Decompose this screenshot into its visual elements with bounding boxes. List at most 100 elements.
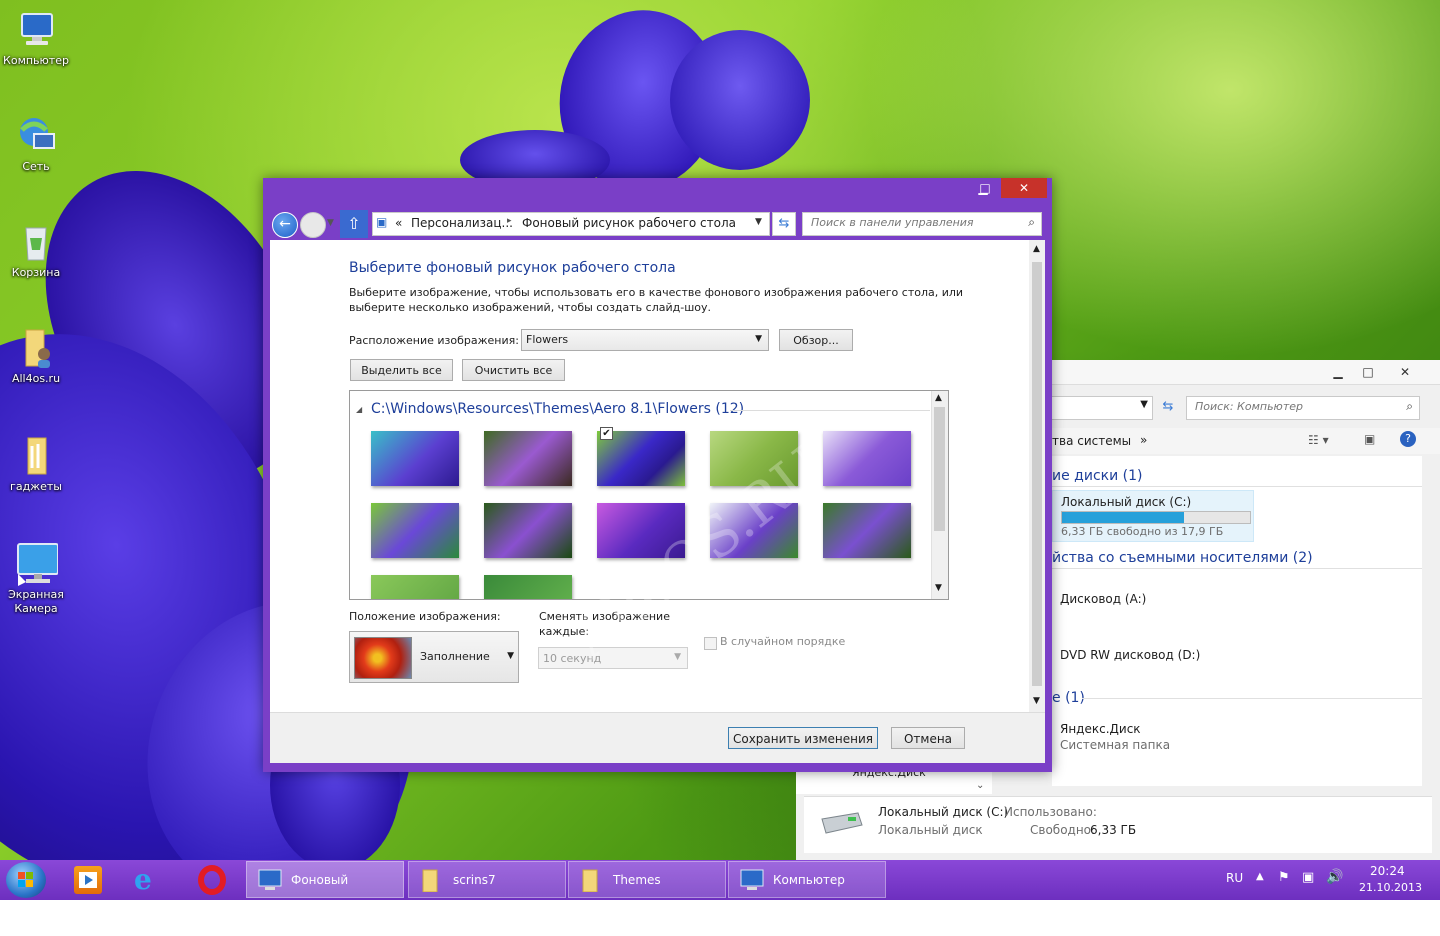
internet-explorer-icon[interactable]: e xyxy=(134,866,166,894)
wallpaper-thumbnail[interactable]: ✔ xyxy=(591,425,691,493)
up-button[interactable]: ⇧ xyxy=(340,210,368,238)
desktop-icon-screen-camera[interactable]: Экранная Камера xyxy=(0,542,72,616)
scroll-down-icon[interactable]: ⌄ xyxy=(976,780,984,791)
clear-all-button[interactable]: Очистить все xyxy=(462,359,565,381)
scroll-thumb[interactable] xyxy=(934,407,945,531)
preview-pane-icon[interactable]: ▣ xyxy=(1364,432,1375,446)
scroll-down-icon[interactable]: ▼ xyxy=(1033,696,1040,706)
wallpaper-thumbnail[interactable] xyxy=(371,431,459,486)
opera-icon[interactable] xyxy=(198,865,226,895)
wallpaper-thumbnail[interactable] xyxy=(823,431,911,486)
taskbar-item-desktop-background[interactable]: Фоновый рисуно... xyxy=(246,861,404,924)
clock-date[interactable]: 21.10.2013 xyxy=(1359,881,1422,894)
forward-button[interactable] xyxy=(300,212,326,238)
scroll-thumb[interactable] xyxy=(1032,262,1042,686)
clock-time[interactable]: 20:24 xyxy=(1370,864,1405,878)
browse-button[interactable]: Обзор... xyxy=(779,329,853,351)
cancel-button[interactable]: Отмена xyxy=(891,727,965,749)
location-label: Расположение изображения: xyxy=(349,334,519,347)
media-player-icon[interactable] xyxy=(74,866,102,894)
search-icon[interactable]: ⌕ xyxy=(1406,399,1413,414)
disk-c-tile[interactable]: Локальный диск (C:) 6,33 ГБ свободно из … xyxy=(1052,490,1254,542)
select-all-button[interactable]: Выделить все xyxy=(350,359,453,381)
action-center-icon[interactable]: ⚑ xyxy=(1278,870,1290,885)
location-select[interactable]: Flowers ▼ xyxy=(521,329,769,351)
drive-a[interactable]: Дисковод (A:) xyxy=(1060,592,1146,606)
breadcrumb-personalization[interactable]: Персонализац... xyxy=(411,216,513,230)
close-icon[interactable]: ✕ xyxy=(1384,362,1426,382)
wallpaper-thumbnail[interactable] xyxy=(371,503,459,558)
control-panel-search-input[interactable]: Поиск в панели управления ⌕ xyxy=(802,212,1042,236)
back-button[interactable]: ← xyxy=(272,212,298,238)
group-header-other[interactable]: е (1) xyxy=(1052,690,1085,706)
save-changes-button[interactable]: Сохранить изменения xyxy=(728,727,878,749)
scroll-up-icon[interactable]: ▲ xyxy=(935,393,942,403)
language-indicator[interactable]: RU xyxy=(1226,871,1243,885)
drive-d[interactable]: DVD RW дисковод (D:) xyxy=(1060,648,1200,662)
refresh-icon[interactable]: ⇆ xyxy=(772,212,796,236)
toolbar-system-properties[interactable]: тва системы xyxy=(1052,434,1131,448)
image-list-scrollbar[interactable]: ▲ ▼ xyxy=(931,391,948,599)
dialog-body: Выберите фоновый рисунок рабочего стола … xyxy=(270,240,1045,763)
disk-c-name: Локальный диск (C:) xyxy=(1061,495,1192,509)
wallpaper-thumbnail[interactable] xyxy=(823,503,911,558)
breadcrumb-desktop-background[interactable]: Фоновый рисунок рабочего стола xyxy=(522,216,736,230)
breadcrumb-overflow[interactable]: « xyxy=(395,216,402,230)
help-icon[interactable]: ? xyxy=(1400,431,1416,447)
folder-icon xyxy=(579,868,605,893)
group-header-removable[interactable]: йства со съемными носителями (2) xyxy=(1052,550,1313,566)
maximize-icon[interactable]: □ xyxy=(1354,362,1382,382)
control-panel-icon xyxy=(257,868,283,892)
view-options-icon[interactable]: ☷ ▾ xyxy=(1308,433,1329,447)
collapse-icon[interactable]: ◢ xyxy=(356,405,362,414)
show-hidden-icons-icon[interactable]: ▲ xyxy=(1256,871,1264,882)
volume-icon[interactable]: 🔊 xyxy=(1326,869,1343,885)
wallpaper-thumbnail[interactable] xyxy=(484,575,572,599)
page-description-line1: Выберите изображение, чтобы использовать… xyxy=(349,286,964,299)
chevron-down-icon[interactable]: ▼ xyxy=(755,334,762,344)
taskbar-item-scrins7[interactable]: scrins7 xyxy=(408,861,566,898)
group-header[interactable]: C:\Windows\Resources\Themes\Aero 8.1\Flo… xyxy=(371,401,744,417)
desktop-icon-gadgets[interactable]: гаджеты xyxy=(0,434,72,494)
yandex-disk-name[interactable]: Яндекс.Диск xyxy=(1060,722,1141,736)
history-dropdown-icon[interactable]: ▼ xyxy=(327,218,334,228)
restore-icon[interactable]: □ xyxy=(971,178,999,198)
close-icon[interactable]: ✕ xyxy=(1001,178,1047,198)
group-header-hdd[interactable]: ие диски (1) xyxy=(1052,468,1142,484)
position-select[interactable]: Заполнение ▼ xyxy=(349,631,519,683)
network-icon[interactable]: ▣ xyxy=(1302,870,1314,885)
computer-icon xyxy=(739,868,765,892)
wallpaper-thumbnail[interactable] xyxy=(484,431,572,486)
chevron-down-icon[interactable]: ▼ xyxy=(1140,399,1148,410)
desktop-icon-network[interactable]: Сеть xyxy=(0,114,72,174)
explorer-search-input[interactable]: Поиск: Компьютер ⌕ xyxy=(1186,396,1420,420)
minimize-icon[interactable]: ▁ xyxy=(1324,362,1352,382)
taskbar-item-computer[interactable]: Компьютер xyxy=(728,861,886,898)
wallpaper-thumbnail[interactable] xyxy=(484,503,572,558)
shuffle-checkbox[interactable] xyxy=(704,637,717,650)
desktop-icon-label: гаджеты xyxy=(10,480,62,493)
desktop-icon-recycle-bin[interactable]: Корзина xyxy=(0,220,72,280)
chevron-right-icon[interactable]: ▸ xyxy=(507,216,512,226)
desktop-icon-all4os[interactable]: All4os.ru xyxy=(0,326,72,386)
desktop-icon-label: All4os.ru xyxy=(11,372,61,385)
taskbar-item-themes[interactable]: Themes xyxy=(568,861,726,898)
chevron-down-icon[interactable]: ▼ xyxy=(755,217,762,227)
start-button[interactable] xyxy=(6,862,46,898)
scroll-down-icon[interactable]: ▼ xyxy=(935,583,942,593)
page-scrollbar[interactable]: ▲ ▼ xyxy=(1029,240,1045,712)
search-icon[interactable]: ⌕ xyxy=(1028,215,1035,230)
wallpaper-thumbnail[interactable] xyxy=(371,575,459,599)
chevron-down-icon[interactable]: ▼ xyxy=(507,651,514,661)
explorer-address-bar[interactable]: ▼ xyxy=(1052,396,1153,420)
desktop-icon-computer[interactable]: Компьютер xyxy=(0,8,72,68)
scroll-up-icon[interactable]: ▲ xyxy=(1033,244,1040,254)
details-used-label: Использовано: xyxy=(1004,805,1097,819)
refresh-icon[interactable]: ⇆ xyxy=(1156,396,1180,418)
shuffle-label: В случайном порядке xyxy=(720,635,846,648)
taskbar-item-label: Фоновый рисуно... xyxy=(291,873,349,924)
chevron-down-icon[interactable]: ▼ xyxy=(674,652,681,662)
thumbnail-checkbox[interactable]: ✔ xyxy=(600,427,613,440)
address-bar[interactable]: ▣ « Персонализац... ▸ Фоновый рисунок ра… xyxy=(372,212,770,236)
toolbar-more-button[interactable]: » xyxy=(1140,433,1147,447)
